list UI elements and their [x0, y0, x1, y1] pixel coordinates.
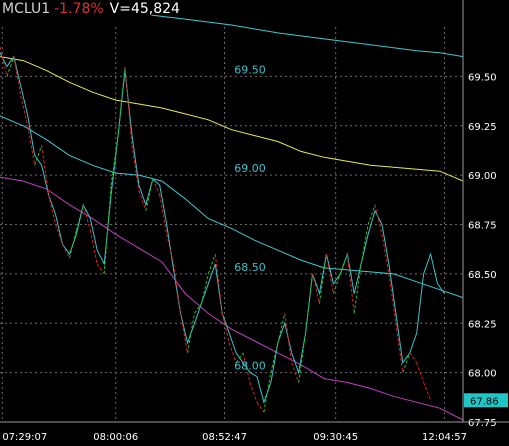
x-tick-label: 08:52:47 — [202, 432, 247, 443]
price-segment — [256, 401, 265, 413]
volume-label: V=45,824 — [109, 1, 180, 17]
price-segment — [145, 178, 154, 211]
price-segment — [263, 372, 272, 413]
y-tick-label: 69.50 — [468, 72, 497, 83]
price-segment — [318, 254, 327, 304]
price-segment — [249, 382, 258, 403]
ma_top-line — [151, 14, 464, 58]
price-segment — [388, 273, 397, 324]
price-segment — [6, 56, 15, 77]
price-segment — [325, 254, 334, 294]
price-segment — [332, 273, 341, 294]
y-tick-label: 68.25 — [468, 319, 497, 330]
price-segment — [34, 145, 43, 166]
chart-grid — [0, 27, 463, 423]
price-segment — [62, 244, 70, 259]
x-tick-label: 12:04:57 — [422, 432, 467, 443]
price-segment — [416, 362, 425, 383]
price-segment — [423, 382, 432, 401]
close-line — [0, 52, 445, 404]
level-label: 68.00 — [234, 360, 266, 373]
ma_slow-line — [0, 56, 464, 182]
price-segment — [180, 313, 189, 353]
price-segment — [96, 263, 105, 275]
level-label: 69.50 — [234, 63, 266, 76]
ma_fast-line — [0, 115, 464, 299]
chart-series — [0, 14, 464, 421]
x-tick-label: 08:00:06 — [93, 432, 138, 443]
level-labels: 69.50 69.00 68.50 68.00 — [234, 63, 266, 372]
price-segment — [360, 224, 369, 265]
y-tick-label: 69.25 — [468, 122, 497, 133]
x-tick-label: 09:30:45 — [313, 432, 358, 443]
price-segment — [409, 352, 418, 364]
price-segment — [291, 362, 300, 383]
price-segment — [207, 253, 216, 275]
x-tick-label: 07:29:07 — [2, 432, 47, 443]
symbol-label: MCLU1 — [2, 1, 51, 17]
price-segment — [298, 333, 307, 383]
price-segment — [346, 254, 355, 314]
level-label: 68.50 — [234, 261, 266, 274]
price-segment — [395, 323, 404, 373]
y-tick-label: 68.50 — [468, 270, 497, 281]
price-segment — [110, 135, 119, 186]
y-tick-label: 67.75 — [468, 418, 497, 429]
price-segment — [159, 194, 168, 235]
y-tick-label: 68.00 — [468, 369, 497, 380]
price-segment — [0, 46, 8, 77]
price-segment — [187, 313, 195, 353]
price-segment — [402, 352, 411, 373]
price-segment — [374, 204, 383, 235]
y-tick-label: 69.00 — [468, 171, 497, 182]
price-segment — [13, 56, 22, 97]
price-segment — [166, 234, 175, 265]
price-segment — [214, 254, 223, 314]
price-chart: 69.50 69.00 68.50 68.00 69.50 69.25 69.00 68.7… — [0, 0, 509, 443]
last-price-label: 67.86 — [470, 396, 499, 407]
level-label: 69.00 — [234, 162, 266, 175]
chart-header: MCLU1 -1.78% V=45,824 — [2, 1, 180, 17]
price-segment — [131, 145, 140, 192]
price-segment — [381, 234, 390, 274]
price-segment — [270, 342, 279, 373]
y-tick-label: 68.75 — [468, 221, 497, 232]
change-label: -1.78% — [54, 1, 104, 17]
